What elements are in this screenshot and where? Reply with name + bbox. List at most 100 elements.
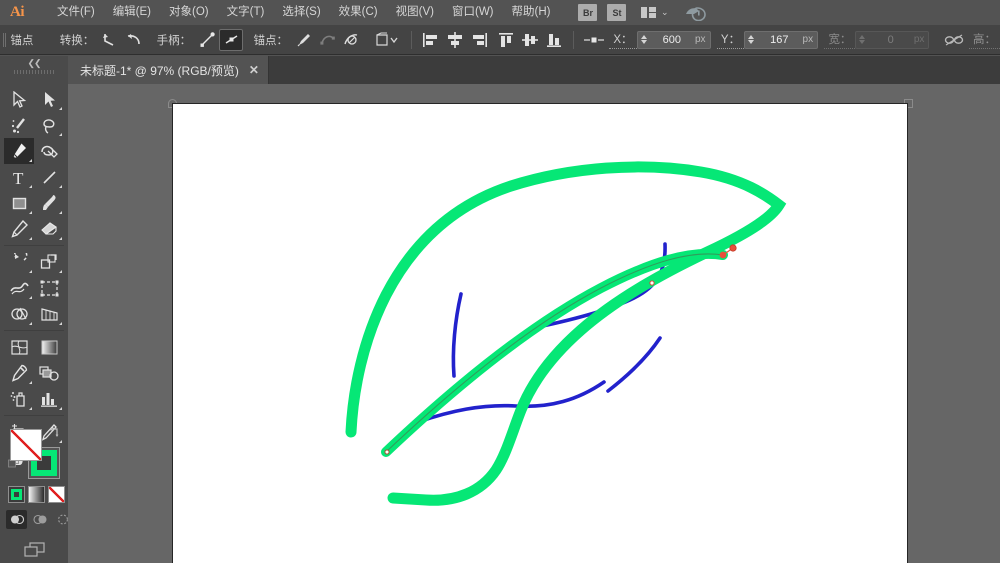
- rotate-tool[interactable]: [4, 249, 34, 275]
- tool-flyout-indicator[interactable]: [59, 211, 62, 214]
- menu-help[interactable]: 帮助(H): [503, 0, 560, 25]
- isolate-anchor-button[interactable]: [340, 29, 364, 51]
- width-tool[interactable]: [4, 275, 34, 301]
- curvature-tool[interactable]: [34, 138, 64, 164]
- rectangle-tool[interactable]: [4, 190, 34, 216]
- eyedropper-tool[interactable]: [4, 360, 34, 386]
- lasso-tool[interactable]: [34, 112, 64, 138]
- direction-handle-point[interactable]: [729, 244, 737, 252]
- convert-label: 转换：: [59, 34, 95, 47]
- leaf-outline[interactable]: [345, 161, 787, 506]
- shape-builder-icon: [10, 307, 28, 320]
- hide-handles-button[interactable]: [219, 28, 244, 51]
- paintbrush-tool[interactable]: [34, 190, 64, 216]
- y-input[interactable]: 167 px: [744, 30, 819, 49]
- menu-select[interactable]: 选择(S): [273, 0, 329, 25]
- draw-normal-mode[interactable]: [6, 510, 27, 529]
- screen-mode-icon: [24, 542, 45, 557]
- y-stepper[interactable]: [748, 35, 755, 44]
- menu-file[interactable]: 文件(F): [48, 0, 104, 25]
- align-horizontal-center-button[interactable]: [443, 29, 467, 51]
- change-screen-mode[interactable]: [22, 540, 48, 560]
- connect-anchor-button[interactable]: [316, 29, 340, 51]
- convert-to-corner-icon: [103, 33, 114, 46]
- x-stepper[interactable]: [640, 35, 647, 44]
- tool-flyout-indicator[interactable]: [59, 107, 62, 110]
- tool-flyout-indicator[interactable]: [29, 407, 32, 410]
- eraser-tool[interactable]: [34, 216, 64, 242]
- selected-anchor-point[interactable]: [719, 251, 727, 259]
- align-bottom-button[interactable]: [542, 29, 566, 51]
- none-swatch-button[interactable]: [48, 486, 65, 503]
- free-transform-tool[interactable]: [34, 275, 64, 301]
- swap-fill-stroke-icon[interactable]: [49, 427, 60, 438]
- color-swatch-button[interactable]: [8, 486, 25, 503]
- tool-flyout-indicator[interactable]: [29, 159, 32, 162]
- tool-flyout-indicator[interactable]: [59, 322, 62, 325]
- perspective-grid-tool[interactable]: [34, 301, 64, 327]
- tool-flyout-indicator[interactable]: [29, 322, 32, 325]
- close-icon[interactable]: ✕: [249, 63, 259, 77]
- selection-tool[interactable]: [4, 86, 34, 112]
- tool-flyout-indicator[interactable]: [29, 185, 32, 188]
- symbol-sprayer-tool[interactable]: [4, 386, 34, 412]
- tool-flyout-indicator[interactable]: [59, 270, 62, 273]
- artwork-layer[interactable]: [68, 84, 1000, 563]
- tool-panel-grip[interactable]: [14, 70, 54, 74]
- draw-behind-mode[interactable]: [29, 510, 50, 529]
- convert-to-corner-button[interactable]: [98, 29, 122, 51]
- mesh-tool[interactable]: [4, 334, 34, 360]
- menu-view[interactable]: 视图(V): [387, 0, 443, 25]
- tool-flyout-indicator[interactable]: [29, 270, 32, 273]
- scale-tool[interactable]: [34, 249, 64, 275]
- menu-object[interactable]: 对象(O): [160, 0, 218, 25]
- anchor-point-end[interactable]: [384, 449, 390, 455]
- remove-anchor-button[interactable]: [292, 29, 316, 51]
- y-label: Y：: [716, 31, 745, 49]
- x-input[interactable]: 600 px: [636, 30, 711, 49]
- arrange-documents-button[interactable]: ⌄: [641, 6, 669, 19]
- tool-flyout-indicator[interactable]: [59, 237, 62, 240]
- tool-flyout-indicator[interactable]: [29, 237, 32, 240]
- align-right-button[interactable]: [467, 29, 491, 51]
- creative-cloud-button[interactable]: [685, 4, 707, 22]
- bridge-button[interactable]: Br: [578, 4, 598, 21]
- canvas-area[interactable]: [68, 84, 1000, 563]
- pencil-tool[interactable]: [4, 216, 34, 242]
- tool-panel-header[interactable]: ❮❮: [0, 56, 68, 84]
- tool-flyout-indicator[interactable]: [29, 381, 32, 384]
- menu-type[interactable]: 文字(T): [218, 0, 274, 25]
- document-tab[interactable]: 未标题-1* @ 97% (RGB/预览) ✕: [68, 56, 269, 84]
- reference-point-button[interactable]: [581, 29, 607, 51]
- tool-panel: T: [0, 84, 68, 563]
- column-graph-tool[interactable]: [34, 386, 64, 412]
- blend-tool[interactable]: [34, 360, 64, 386]
- tool-flyout-indicator[interactable]: [59, 407, 62, 410]
- line-segment-tool[interactable]: [34, 164, 64, 190]
- convert-to-smooth-button[interactable]: [122, 29, 146, 51]
- unlink-proportions-button[interactable]: [942, 29, 966, 51]
- menu-window[interactable]: 窗口(W): [443, 0, 503, 25]
- align-vertical-center-button[interactable]: [518, 29, 542, 51]
- show-handles-button[interactable]: [195, 29, 219, 51]
- align-left-button[interactable]: [419, 29, 443, 51]
- direct-selection-tool[interactable]: [34, 86, 64, 112]
- tool-flyout-indicator[interactable]: [59, 185, 62, 188]
- type-tool[interactable]: T: [4, 164, 34, 190]
- align-top-button[interactable]: [494, 29, 518, 51]
- pen-tool[interactable]: [4, 138, 34, 164]
- anchor-point-mid[interactable]: [649, 280, 655, 286]
- unlink-proportions-icon: [944, 33, 964, 46]
- tool-flyout-indicator[interactable]: [29, 211, 32, 214]
- transform-panel-button[interactable]: [370, 29, 404, 51]
- fill-swatch[interactable]: [10, 429, 42, 461]
- stock-button[interactable]: St: [607, 4, 627, 21]
- menu-effect[interactable]: 效果(C): [330, 0, 387, 25]
- tool-flyout-indicator[interactable]: [59, 133, 62, 136]
- menu-edit[interactable]: 编辑(E): [104, 0, 160, 25]
- gradient-swatch-button[interactable]: [28, 486, 45, 503]
- gradient-tool[interactable]: [34, 334, 64, 360]
- tool-flyout-indicator[interactable]: [29, 296, 32, 299]
- shape-builder-tool[interactable]: [4, 301, 34, 327]
- magic-wand-tool[interactable]: [4, 112, 34, 138]
